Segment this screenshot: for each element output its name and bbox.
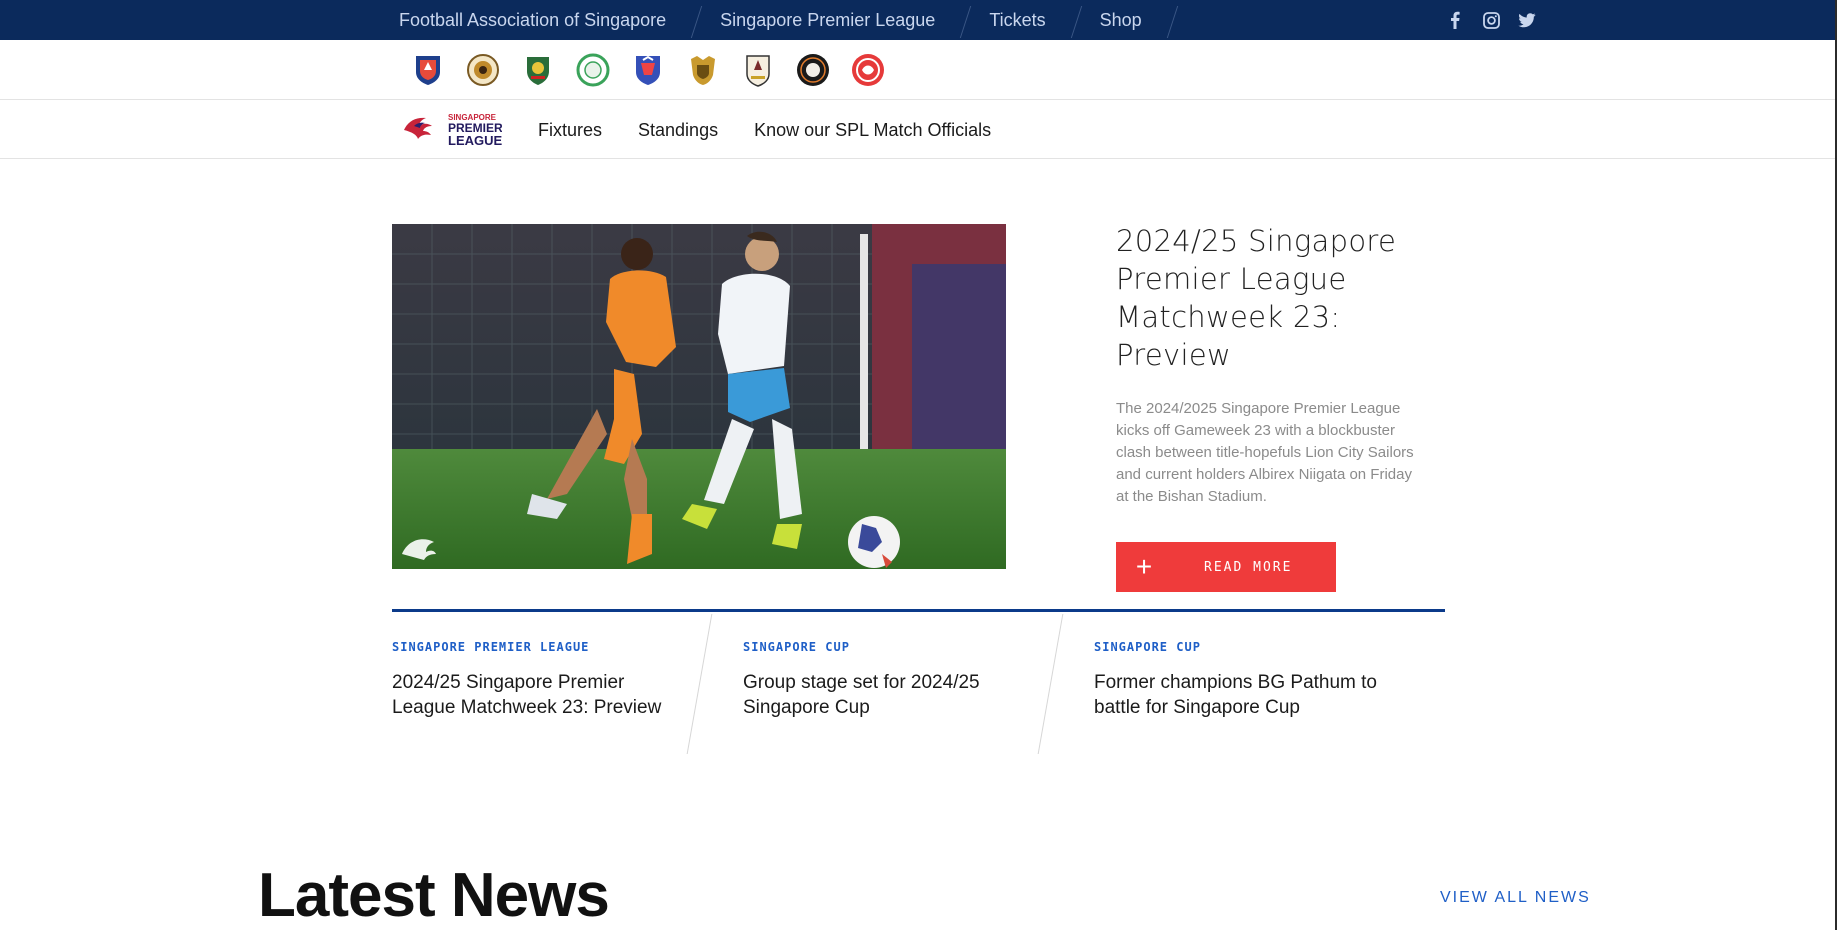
card-separator <box>1037 614 1064 754</box>
card-title[interactable]: Former champions BG Pathum to battle for… <box>1094 670 1384 720</box>
lioncity-crest-icon[interactable] <box>630 52 666 88</box>
main-nav: SINGAPORE PREMIER LEAGUE Fixtures Standi… <box>0 101 1837 159</box>
twitter-icon[interactable] <box>1518 11 1536 29</box>
hero-divider <box>392 609 1445 612</box>
plus-icon: + <box>1135 551 1153 582</box>
card-title[interactable]: 2024/25 Singapore Premier League Matchwe… <box>392 670 682 720</box>
menu-fixtures[interactable]: Fixtures <box>538 120 602 141</box>
topnav-fas-link[interactable]: Football Association of Singapore <box>372 0 693 40</box>
tampines-crest-icon[interactable] <box>685 52 721 88</box>
latest-news-heading: Latest News <box>258 861 610 930</box>
balestier-crest-icon[interactable] <box>465 52 501 88</box>
card-category: SINGAPORE CUP <box>743 640 850 654</box>
main-menu: Fixtures Standings Know our SPL Match Of… <box>538 101 991 159</box>
logo-text-league: LEAGUE <box>448 133 502 148</box>
related-card-2[interactable]: SINGAPORE CUP Group stage set for 2024/2… <box>743 640 1033 720</box>
card-title[interactable]: Group stage set for 2024/25 Singapore Cu… <box>743 670 1033 720</box>
card-category: SINGAPORE PREMIER LEAGUE <box>392 640 590 654</box>
hero-title[interactable]: 2024/25 Singapore Premier League Matchwe… <box>1116 222 1416 374</box>
hougang-crest-icon[interactable] <box>575 52 611 88</box>
topnav-shop-link[interactable]: Shop <box>1073 0 1169 40</box>
hero-description: The 2024/2025 Singapore Premier League k… <box>1116 400 1414 505</box>
top-bar: Football Association of Singapore Singap… <box>0 0 1837 40</box>
tanjong-pagar-crest-icon[interactable] <box>740 52 776 88</box>
facebook-icon[interactable] <box>1446 11 1464 29</box>
instagram-icon[interactable] <box>1482 11 1500 29</box>
related-card-1[interactable]: SINGAPORE PREMIER LEAGUE 2024/25 Singapo… <box>392 640 682 720</box>
read-more-label: READ MORE <box>1204 559 1293 575</box>
social-links <box>1446 0 1536 40</box>
top-nav: Football Association of Singapore Singap… <box>372 0 1169 40</box>
brunei-dpmm-crest-icon[interactable] <box>850 52 886 88</box>
albirex-crest-icon[interactable] <box>410 52 446 88</box>
hero-image[interactable] <box>392 224 1006 569</box>
related-card-3[interactable]: SINGAPORE CUP Former champions BG Pathum… <box>1094 640 1384 720</box>
menu-standings[interactable]: Standings <box>638 120 718 141</box>
read-more-button[interactable]: + READ MORE <box>1116 542 1336 592</box>
page: Football Association of Singapore Singap… <box>0 0 1837 930</box>
topnav-tickets-link[interactable]: Tickets <box>962 0 1072 40</box>
spl-logo[interactable]: SINGAPORE PREMIER LEAGUE <box>400 110 503 150</box>
card-category: SINGAPORE CUP <box>1094 640 1201 654</box>
view-all-news-link[interactable]: VIEW ALL NEWS <box>1440 889 1591 907</box>
menu-match-officials[interactable]: Know our SPL Match Officials <box>754 120 991 141</box>
geylang-crest-icon[interactable] <box>520 52 556 88</box>
club-strip <box>0 40 1837 100</box>
club-crests <box>410 52 886 88</box>
young-lions-crest-icon[interactable] <box>795 52 831 88</box>
card-separator <box>686 614 713 754</box>
topnav-spl-link[interactable]: Singapore Premier League <box>693 0 962 40</box>
